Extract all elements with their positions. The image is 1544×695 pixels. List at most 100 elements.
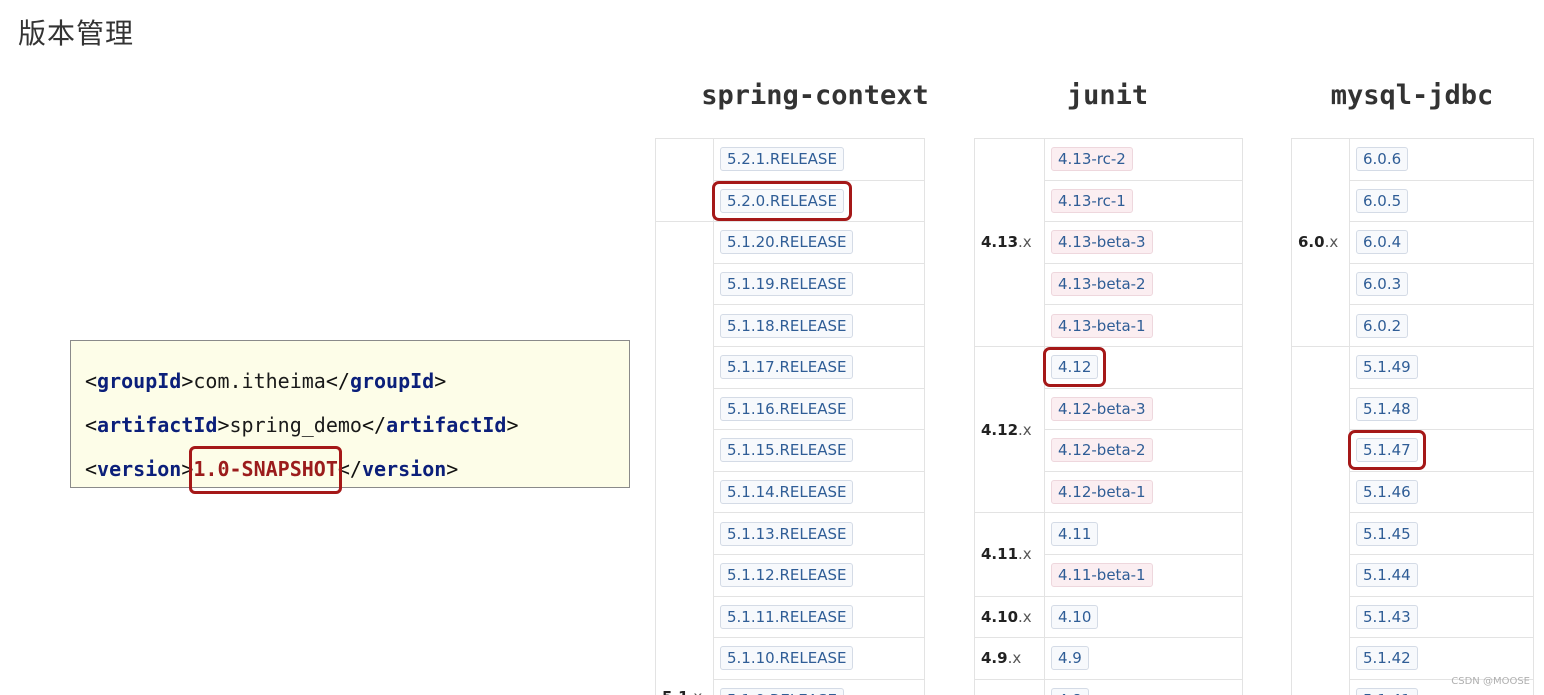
version-link-selected[interactable]: 5.1.47 [1348,430,1426,471]
version-table-spring-context: 5.2.1.RELEASE 5.2.0.RELEASE5.1.x5.1.20.RE… [655,137,925,695]
version-link[interactable]: 4.8 [1051,688,1089,695]
version-link[interactable]: 5.1.14.RELEASE [720,480,854,505]
version-group-suffix: .x [1018,607,1032,626]
version-group-label [1291,345,1350,695]
version-cell: 5.1.20.RELEASE [713,221,925,264]
version-cell: 5.1.48 [1349,387,1534,431]
version-row: 4.9.x 4.9 [974,637,1243,680]
version-group-major: 6.0 [1298,233,1325,252]
page-title: 版本管理 [18,17,135,50]
version-link[interactable]: 5.1.19.RELEASE [720,272,854,297]
version-cell: 4.13-beta-3 [1044,221,1243,264]
version-row: 4.11.x 4.11 [974,512,1243,597]
version-group-major: 4.11 [981,545,1019,564]
version-cell: 5.1.13.RELEASE [713,512,925,555]
version-table-junit: 4.13.x 4.13-rc-2 4.13-rc-1 4.13-beta-3 4.13-… [974,138,1243,695]
version-group-suffix: .x [1018,233,1032,252]
version-cell: 6.0.2 [1349,304,1534,347]
version-cell: 6.0.5 [1349,179,1534,223]
version-cell: 5.1.16.RELEASE [713,387,925,431]
version-cell: 5.1.14.RELEASE [713,470,925,514]
version-link[interactable]: 5.1.9.RELEASE [720,688,844,695]
version-link[interactable]: 4.13-beta-3 [1051,230,1153,255]
version-group-major: 4.12 [981,420,1019,439]
version-link[interactable]: 4.9 [1051,646,1089,671]
version-link[interactable]: 5.1.18.RELEASE [720,313,854,338]
version-link[interactable]: 4.12-beta-1 [1051,480,1153,505]
version-link[interactable]: 6.0.4 [1356,230,1409,255]
version-link[interactable]: 6.0.6 [1356,147,1409,172]
version-link-selected[interactable]: 4.12 [1042,347,1107,388]
version-link[interactable]: 5.1.12.RELEASE [720,563,854,588]
version-link[interactable]: 6.0.5 [1356,188,1409,213]
version-link[interactable]: 5.1.15.RELEASE [720,438,854,463]
version-close-tag: version [361,457,447,481]
version-link[interactable]: 4.13-beta-2 [1051,272,1153,297]
version-group-label: 4.11.x [974,512,1045,597]
version-link[interactable]: 4.13-beta-1 [1051,313,1153,338]
version-cell: 5.1.47 [1348,429,1534,472]
version-link[interactable]: 5.1.45 [1356,521,1418,546]
version-link[interactable]: 5.1.48 [1356,396,1418,421]
version-link-selected[interactable]: 5.2.0.RELEASE [712,180,852,221]
version-group-label: 4.10.x [974,595,1045,639]
version-cell: 4.12-beta-3 [1044,387,1243,431]
version-group-label: 5.1.x [655,221,714,695]
version-link[interactable]: 5.1.13.RELEASE [720,521,854,546]
version-link[interactable]: 6.0.2 [1356,313,1409,338]
version-link[interactable]: 5.1.11.RELEASE [720,604,854,629]
version-link[interactable]: 5.1.20.RELEASE [720,230,854,255]
version-cell: 6.0.4 [1349,221,1534,264]
version-table-mysql-jdbc: 6.0.x 6.0.6 6.0.5 6.0.4 6.0.3 6.0.2 5.1.49 5.1.… [1291,138,1534,695]
version-group-major: 4.10 [981,607,1019,626]
version-link[interactable]: 4.11 [1051,521,1099,546]
artifact-id-close-tag: artifactId [386,413,507,437]
group-id-open-tag: groupId [97,369,182,393]
version-group-major: 5.1 [662,688,689,695]
version-cell: 4.11 [1044,512,1243,555]
version-cell: 5.2.0.RELEASE [712,179,925,223]
version-link[interactable]: 4.12-beta-2 [1051,438,1153,463]
version-link[interactable]: 5.1.44 [1356,563,1418,588]
artifact-id-value: spring_demo [229,413,362,437]
version-group-label: 4.9.x [974,637,1045,680]
version-cell: 4.12-beta-2 [1044,429,1243,472]
version-row: 5.2.1.RELEASE [655,137,925,223]
version-link[interactable]: 5.2.1.RELEASE [720,147,844,172]
version-link[interactable]: 5.1.42 [1356,646,1418,671]
version-row: 4.12.x 4.12 [974,345,1243,514]
version-cell: 5.1.19.RELEASE [713,262,925,306]
version-cell: 5.1.45 [1349,512,1534,555]
version-link[interactable]: 4.10 [1051,604,1099,629]
version-group-suffix: .x [1018,545,1032,564]
version-cell: 4.13-rc-2 [1044,138,1243,181]
version-cell: 5.1.46 [1349,470,1534,514]
version-link[interactable]: 5.1.10.RELEASE [720,646,854,671]
version-link[interactable]: 4.11-beta-1 [1051,563,1153,588]
version-value-highlight: 1.0-SNAPSHOT [189,446,342,494]
version-link[interactable]: 5.1.46 [1356,480,1418,505]
version-link[interactable]: 5.1.17.RELEASE [720,355,854,380]
version-link[interactable]: 5.1.41 [1356,688,1418,695]
version-link[interactable]: 5.1.16.RELEASE [720,396,854,421]
version-link[interactable]: 4.13-rc-1 [1051,188,1133,213]
version-link[interactable]: 4.12-beta-3 [1051,396,1153,421]
version-group-suffix: .x [1007,649,1022,668]
version-cell: 5.2.1.RELEASE [713,138,925,181]
version-cell: 5.1.15.RELEASE [713,429,925,472]
version-link[interactable]: 6.0.3 [1356,272,1409,297]
version-cell: 5.1.44 [1349,553,1534,597]
version-link[interactable]: 5.1.43 [1356,604,1418,629]
column-title-junit: junit [1066,80,1149,111]
watermark: CSDN @MOOSE [1451,676,1530,687]
version-row: 6.0.x 6.0.6 [1291,138,1534,347]
version-link[interactable]: 4.13-rc-2 [1051,147,1133,172]
version-row: 5.1.x5.1.20.RELEASE [655,221,925,695]
version-cell: 5.1.10.RELEASE [713,637,925,680]
version-group-major: 4.9 [981,649,1008,668]
version-cell: 5.1.18.RELEASE [713,304,925,347]
version-cell: 5.1.17.RELEASE [713,345,925,389]
version-cell: 4.13-beta-2 [1044,262,1243,306]
group-id-close-tag: groupId [349,369,435,393]
version-link[interactable]: 5.1.49 [1356,355,1418,380]
